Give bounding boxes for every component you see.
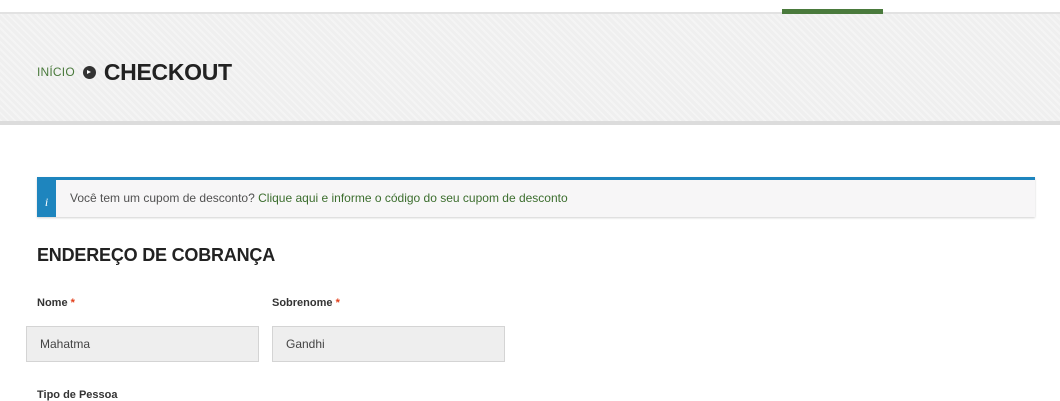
billing-section-title: ENDEREÇO DE COBRANÇA: [37, 245, 276, 265]
chevron-right-circle-icon: [82, 65, 96, 79]
last-name-input[interactable]: [272, 326, 505, 362]
page-title-bar: INÍCIO CHECKOUT: [0, 14, 1060, 125]
top-navigation-bar: [0, 0, 1060, 14]
first-name-input[interactable]: [26, 326, 259, 362]
page-title: CHECKOUT: [103, 58, 232, 85]
breadcrumb: INÍCIO CHECKOUT: [37, 58, 232, 86]
first-name-label-text: Nome: [37, 297, 68, 309]
required-marker: *: [335, 297, 340, 309]
coupon-notice-text: Você tem um cupom de desconto?: [70, 191, 255, 205]
last-name-label-text: Sobrenome: [272, 297, 333, 309]
info-icon: i: [37, 177, 56, 217]
breadcrumb-home-link[interactable]: INÍCIO: [37, 65, 75, 79]
last-name-label: Sobrenome *: [272, 297, 340, 309]
coupon-notice: i Você tem um cupom de desconto? Clique …: [37, 177, 1035, 217]
show-coupon-link[interactable]: Clique aqui e informe o código do seu cu…: [258, 191, 568, 205]
person-type-label: Tipo de Pessoa: [37, 389, 118, 401]
first-name-label: Nome *: [37, 297, 75, 309]
required-marker: *: [70, 297, 75, 309]
coupon-notice-message: Você tem um cupom de desconto? Clique aq…: [70, 191, 568, 205]
